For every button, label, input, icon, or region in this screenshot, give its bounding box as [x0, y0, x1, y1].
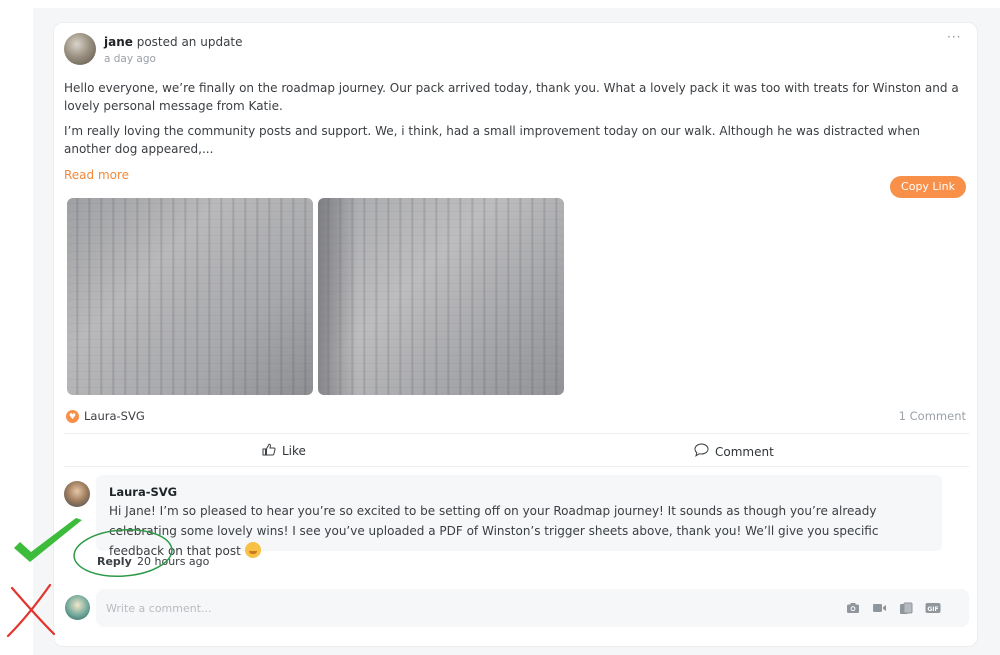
post-photo-1[interactable]	[67, 198, 313, 395]
divider-bottom	[64, 466, 969, 467]
gif-icon[interactable]: GIF	[925, 602, 942, 614]
like-button[interactable]: Like	[262, 443, 306, 459]
current-user-avatar	[65, 595, 90, 620]
post-header: jane posted an update	[104, 35, 243, 49]
post-action-text: posted an update	[132, 35, 243, 49]
read-more-link[interactable]: Read more	[64, 168, 129, 182]
comment-button[interactable]: Comment	[694, 443, 774, 460]
commenter-avatar[interactable]	[64, 481, 90, 507]
reply-link[interactable]: Reply	[97, 555, 132, 568]
post-paragraph-2: I’m really loving the community posts an…	[64, 124, 920, 156]
hugging-face-emoji	[244, 542, 261, 558]
speech-bubble-icon	[694, 443, 709, 460]
comment-count[interactable]: 1 Comment	[880, 409, 966, 423]
reaction-icon: ♥	[66, 410, 79, 423]
comment-timestamp: 20 hours ago	[137, 555, 210, 568]
author-avatar[interactable]	[64, 33, 96, 65]
comment-body: Hi Jane! I’m so pleased to hear you’re s…	[109, 504, 879, 558]
post-paragraph-1: Hello everyone, we’re finally on the roa…	[64, 81, 959, 113]
svg-text:GIF: GIF	[927, 606, 938, 613]
divider-top	[64, 433, 969, 434]
comment-author[interactable]: Laura-SVG	[109, 485, 177, 499]
comment-input[interactable]	[106, 599, 706, 617]
comment-text: Hi Jane! I’m so pleased to hear you’re s…	[109, 501, 919, 561]
document-icon[interactable]	[899, 602, 913, 614]
more-options-icon[interactable]: ···	[947, 30, 961, 44]
post-photo-2[interactable]	[318, 198, 564, 395]
author-name[interactable]: jane	[104, 35, 133, 49]
camera-icon[interactable]	[846, 602, 860, 614]
post-timestamp: a day ago	[104, 53, 156, 65]
reactor-name[interactable]: Laura-SVG	[84, 409, 145, 423]
like-label: Like	[282, 444, 306, 458]
comment-label: Comment	[715, 444, 774, 459]
thumbs-up-icon	[262, 443, 276, 459]
copy-link-button[interactable]: Copy Link	[890, 176, 966, 198]
video-icon[interactable]	[872, 602, 886, 614]
